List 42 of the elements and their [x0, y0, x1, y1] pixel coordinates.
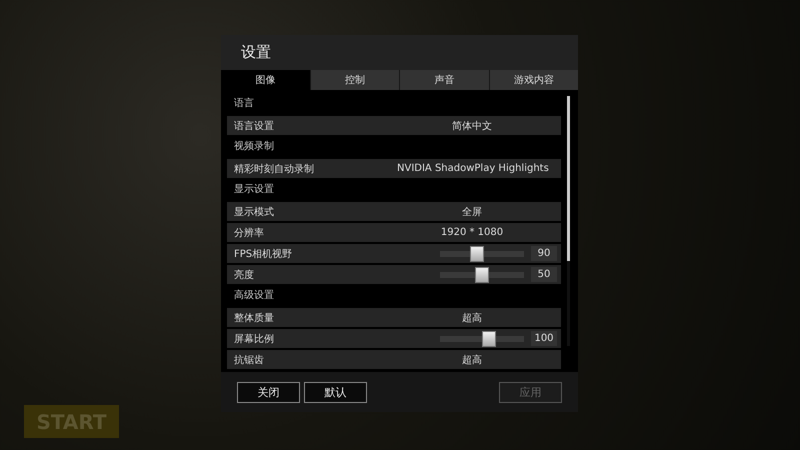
setting-row[interactable]: 语言设置 简体中文 [227, 116, 561, 135]
tab[interactable]: 控制 [310, 70, 399, 90]
setting-value: 全屏 [461, 206, 483, 218]
tab[interactable]: 游戏内容 [490, 70, 578, 90]
section-heading: 高级设置 [233, 288, 275, 303]
setting-value: NVIDIA ShadowPlay Highlights [397, 163, 547, 174]
setting-label: 整体质量 [234, 312, 275, 324]
setting-label: 屏幕比例 [234, 332, 275, 346]
setting-label: 语言设置 [234, 120, 275, 132]
slider-thumb[interactable] [470, 246, 484, 262]
setting-value: 简体中文 [451, 120, 493, 132]
setting-row[interactable]: FPS相机视野 90 [227, 244, 561, 263]
setting-row[interactable]: 显示模式 全屏 [227, 202, 561, 221]
setting-label: 显示模式 [234, 206, 275, 218]
setting-label: 抗锯齿 [234, 354, 265, 366]
setting-row[interactable]: 整体质量 超高 [227, 308, 561, 327]
value-field[interactable]: 90 [531, 246, 557, 261]
section-heading: 显示设置 [233, 182, 275, 197]
setting-label: 分辨率 [234, 226, 265, 240]
dialog-button[interactable]: 关闭 [237, 382, 300, 402]
setting-row[interactable]: 精彩时刻自动录制 NVIDIA ShadowPlay Highlights [227, 159, 561, 178]
dialog-button[interactable]: 默认 [304, 382, 367, 402]
dialog-title: 设置 [241, 43, 271, 62]
setting-label: 亮度 [234, 268, 255, 282]
setting-label: FPS相机视野 [234, 248, 294, 260]
setting-row[interactable]: 分辨率 1920 * 1080 [227, 223, 561, 242]
slider-thumb[interactable] [475, 266, 489, 282]
tab[interactable]: 图像 [221, 70, 310, 90]
setting-row[interactable]: 屏幕比例 100 [227, 329, 561, 348]
value-field[interactable]: 50 [531, 267, 557, 282]
scrollbar[interactable] [567, 96, 570, 346]
setting-row[interactable]: 亮度 50 [227, 265, 561, 284]
setting-row[interactable]: 抗锯齿 超高 [227, 350, 561, 369]
slider-thumb[interactable] [482, 330, 496, 346]
setting-value: 1920 * 1080 [440, 227, 504, 238]
value-field[interactable]: 100 [531, 331, 557, 346]
section-heading: 语言 [233, 96, 255, 111]
setting-value: 超高 [461, 354, 483, 366]
tab[interactable]: 声音 [400, 70, 488, 90]
section-heading: 视频录制 [233, 140, 275, 154]
setting-value: 超高 [461, 312, 483, 324]
setting-label: 精彩时刻自动录制 [234, 162, 315, 176]
